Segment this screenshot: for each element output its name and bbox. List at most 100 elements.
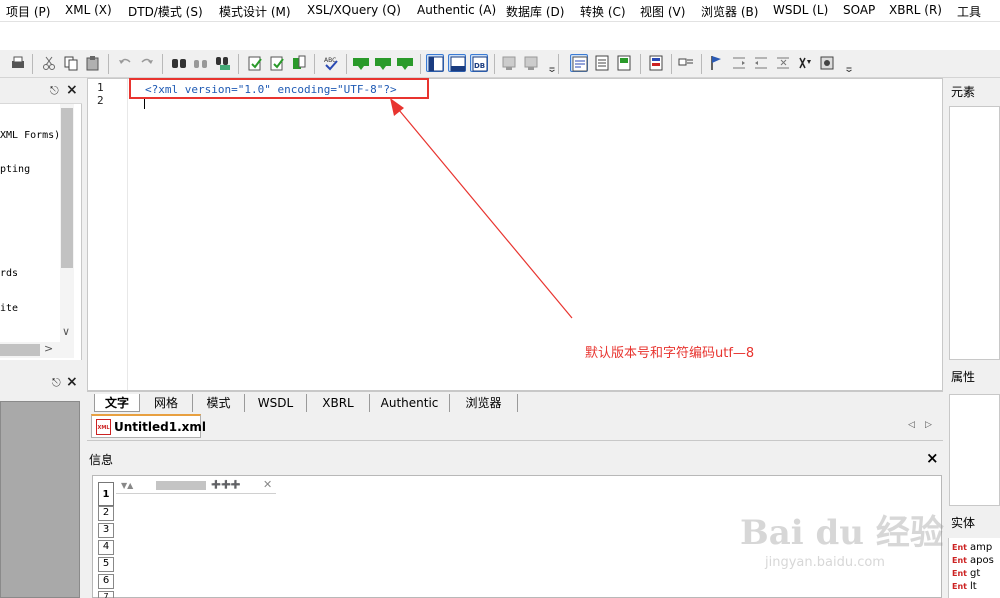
- cut-icon[interactable]: [40, 54, 58, 72]
- entity-row[interactable]: Ent gt: [952, 568, 980, 579]
- tree-view-icon[interactable]: [677, 54, 695, 72]
- scrollbar-thumb[interactable]: [61, 108, 73, 268]
- next-bookmark-icon[interactable]: [730, 54, 748, 72]
- web-preview-icon[interactable]: [570, 54, 588, 72]
- info-tab[interactable]: 2: [98, 506, 114, 521]
- print-preview-icon[interactable]: [615, 54, 633, 72]
- scrollbar-thumb[interactable]: [0, 344, 40, 356]
- paste-icon[interactable]: [84, 54, 102, 72]
- grid-view-icon[interactable]: [647, 54, 665, 72]
- info-tab[interactable]: 3: [98, 523, 114, 538]
- find-message-icon[interactable]: ➕➕➕: [211, 480, 241, 489]
- text-view-icon[interactable]: [593, 54, 611, 72]
- entity-name: apos: [969, 555, 994, 566]
- tab-text[interactable]: 文字: [94, 394, 140, 412]
- menu-view[interactable]: 视图 (V): [640, 3, 685, 20]
- spellcheck-icon[interactable]: ABC: [322, 54, 340, 72]
- tab-grid[interactable]: 网格: [140, 394, 193, 412]
- tab-authentic[interactable]: Authentic: [370, 394, 450, 412]
- menu-browser[interactable]: 浏览器 (B): [701, 3, 758, 20]
- find-next-icon[interactable]: [192, 54, 210, 72]
- layout-split-icon[interactable]: [426, 54, 444, 72]
- validate-icon[interactable]: [268, 54, 286, 72]
- xsl-transform-icon[interactable]: [352, 54, 370, 72]
- menu-xbrl[interactable]: XBRL (R): [889, 3, 942, 17]
- pane-splitter[interactable]: [0, 360, 82, 368]
- close-icon[interactable]: ×: [66, 374, 78, 390]
- copy-icon[interactable]: [62, 54, 80, 72]
- toolbar-overflow-icon[interactable]: [840, 54, 852, 73]
- menu-project[interactable]: 项目 (P): [6, 3, 50, 20]
- entities-title: 实体: [951, 516, 976, 530]
- database-icon[interactable]: DB: [470, 54, 488, 72]
- document-tab-label[interactable]: Untitled1.xml: [114, 420, 206, 434]
- tool-x-icon[interactable]: [796, 54, 814, 72]
- clear-messages-icon[interactable]: ✕: [263, 478, 272, 491]
- line-number-gutter: 1 2: [88, 79, 128, 390]
- elements-title: 元素: [951, 85, 976, 99]
- chevron-right-icon[interactable]: >: [44, 342, 53, 355]
- project-tree-line[interactable]: rds: [0, 268, 18, 279]
- entity-row[interactable]: Ent lt: [952, 581, 977, 592]
- document-tab[interactable]: XML Untitled1.xml: [91, 414, 206, 438]
- undo-icon[interactable]: [116, 54, 134, 72]
- vertical-scrollbar[interactable]: ∨: [60, 104, 74, 342]
- info-tab[interactable]: 7: [98, 591, 114, 598]
- toolbar-overflow-icon[interactable]: [543, 54, 555, 73]
- scroll-left-icon[interactable]: ◁: [908, 420, 915, 430]
- clear-bookmarks-icon[interactable]: [774, 54, 792, 72]
- schema-icon[interactable]: [290, 54, 308, 72]
- menu-bar: 项目 (P) XML (X) DTD/模式 (S) 模式设计 (M) XSL/X…: [0, 0, 1000, 22]
- tab-xbrl[interactable]: XBRL: [307, 394, 370, 412]
- project-tree-line[interactable]: pting: [0, 164, 30, 175]
- annotation-arrow: [390, 98, 573, 319]
- pin-icon[interactable]: ⎋: [50, 84, 59, 98]
- xsl-fo-icon[interactable]: [374, 54, 392, 72]
- menu-xml[interactable]: XML (X): [65, 3, 112, 17]
- info-tab[interactable]: 5: [98, 557, 114, 572]
- entities-list[interactable]: Ent amp Ent apos Ent gt Ent lt: [948, 538, 1000, 598]
- menu-tools[interactable]: 工具: [957, 3, 981, 20]
- project-tree-line[interactable]: ite: [0, 303, 18, 314]
- soap-send-icon[interactable]: [522, 54, 540, 72]
- menu-convert[interactable]: 转换 (C): [580, 3, 626, 20]
- print-icon[interactable]: [9, 54, 27, 72]
- replace-icon[interactable]: [214, 54, 232, 72]
- menu-soap[interactable]: SOAP: [843, 3, 875, 17]
- tab-wsdl[interactable]: WSDL: [245, 394, 307, 412]
- menu-database[interactable]: 数据库 (D): [506, 3, 564, 20]
- menu-authentic[interactable]: Authentic (A): [417, 3, 496, 17]
- options-icon[interactable]: [818, 54, 836, 72]
- prev-bookmark-icon[interactable]: [752, 54, 770, 72]
- bookmark-flag-icon[interactable]: [708, 54, 726, 72]
- info-tab[interactable]: 4: [98, 540, 114, 555]
- menu-schema-design[interactable]: 模式设计 (M): [219, 3, 291, 20]
- menu-wsdl[interactable]: WSDL (L): [773, 3, 828, 17]
- horizontal-scrollbar[interactable]: >: [0, 342, 74, 358]
- tab-schema[interactable]: 模式: [193, 394, 245, 412]
- info-tab[interactable]: 6: [98, 574, 114, 589]
- attributes-list[interactable]: [949, 394, 1000, 506]
- xquery-icon[interactable]: [396, 54, 414, 72]
- scroll-right-icon[interactable]: ▷: [925, 420, 932, 430]
- info-tab[interactable]: 1: [98, 482, 114, 506]
- entity-row[interactable]: Ent apos: [952, 555, 994, 566]
- soap-request-icon[interactable]: [500, 54, 518, 72]
- pin-icon[interactable]: ⎋: [52, 376, 61, 390]
- elements-list[interactable]: [949, 106, 1000, 360]
- message-filter-icon[interactable]: [156, 481, 206, 490]
- tab-browser[interactable]: 浏览器: [450, 394, 518, 412]
- entity-row[interactable]: Ent amp: [952, 542, 992, 553]
- menu-dtd-schema[interactable]: DTD/模式 (S): [128, 3, 203, 20]
- project-tree-line[interactable]: XML Forms): [0, 130, 60, 141]
- layout-bottom-icon[interactable]: [448, 54, 466, 72]
- check-wellformed-icon[interactable]: [246, 54, 264, 72]
- close-icon[interactable]: ×: [66, 82, 78, 98]
- find-icon[interactable]: [170, 54, 188, 72]
- chevron-down-icon[interactable]: ∨: [62, 325, 70, 338]
- redo-icon[interactable]: [138, 54, 156, 72]
- info-pane-content: [0, 401, 80, 598]
- close-icon[interactable]: ×: [926, 449, 939, 467]
- message-nav-icon[interactable]: ▼▲: [121, 481, 133, 490]
- menu-xsl-xquery[interactable]: XSL/XQuery (Q): [307, 3, 401, 17]
